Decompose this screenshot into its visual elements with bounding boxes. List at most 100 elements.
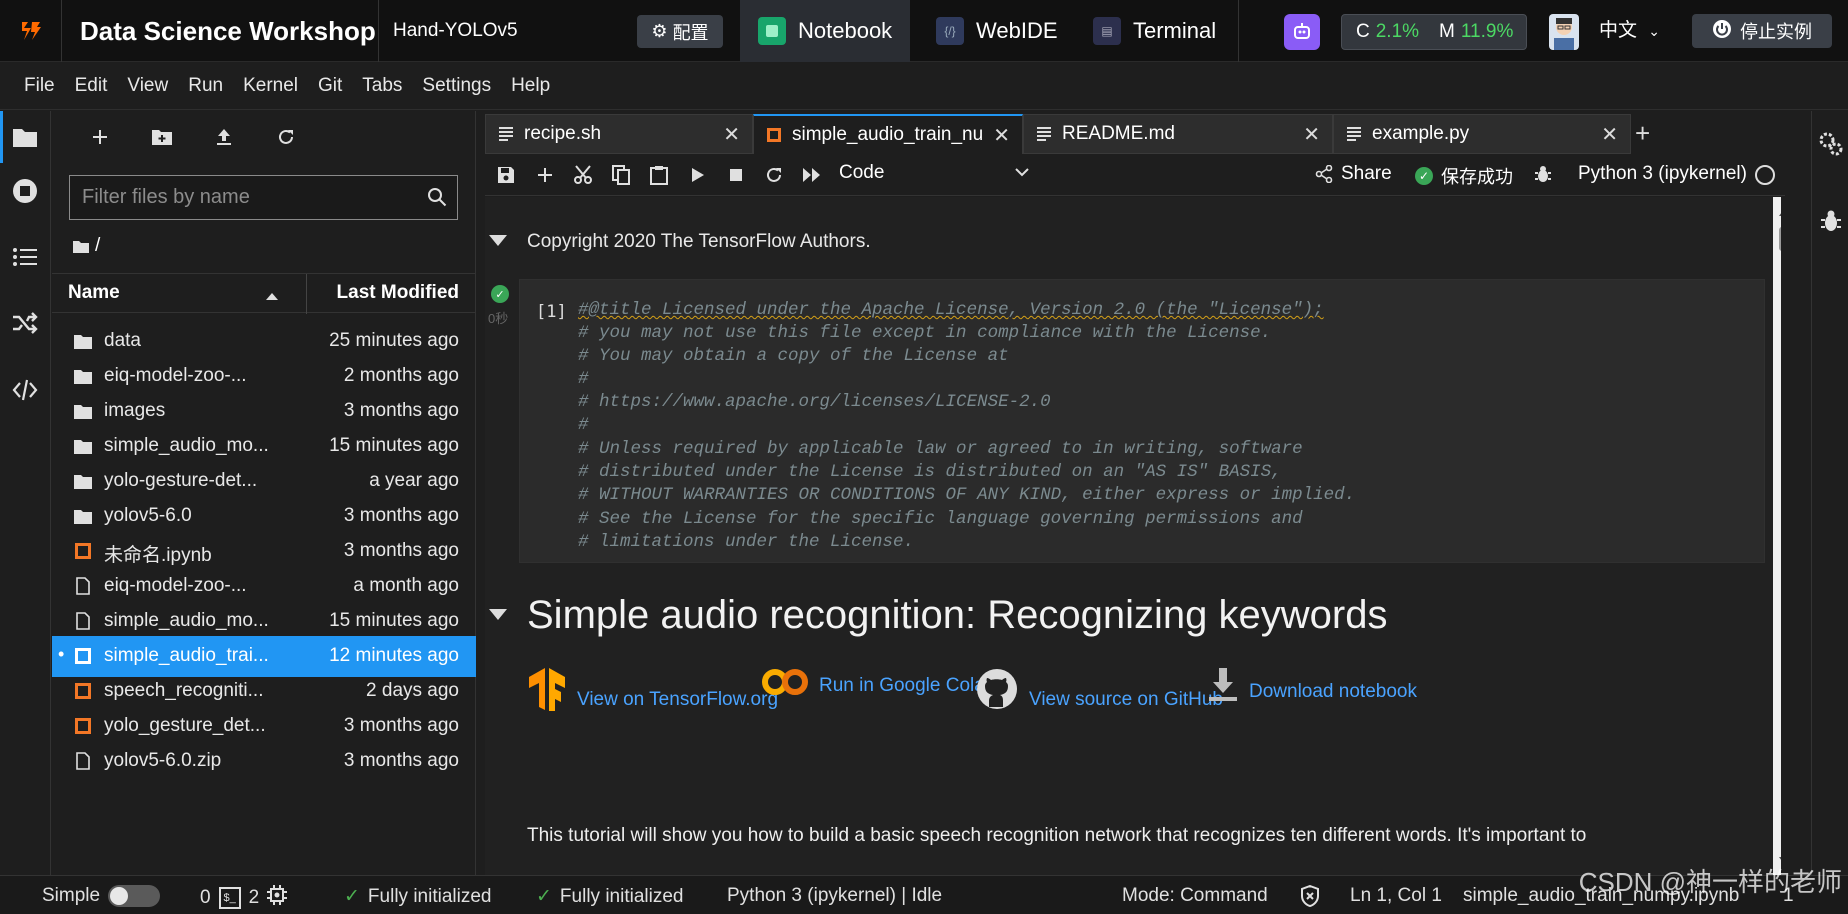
tab-label: example.py bbox=[1372, 123, 1470, 144]
folder-icon bbox=[73, 240, 89, 253]
kernel-state[interactable]: Python 3 (ipykernel) | Idle bbox=[727, 885, 942, 907]
link-colab-label: Run in Google Colab bbox=[819, 675, 996, 696]
menu-settings[interactable]: Settings bbox=[412, 75, 501, 97]
tab-simple-audio-train[interactable]: simple_audio_train_numpy.ipynb ✕ bbox=[753, 114, 1023, 154]
column-name[interactable]: Name bbox=[68, 282, 120, 304]
simple-mode-toggle[interactable]: Simple bbox=[42, 885, 161, 907]
debugger-bug-icon[interactable] bbox=[1533, 164, 1553, 189]
stop-icon[interactable] bbox=[723, 162, 749, 188]
menu-file[interactable]: File bbox=[14, 75, 65, 97]
breadcrumb[interactable]: / bbox=[73, 235, 100, 257]
close-icon[interactable]: ✕ bbox=[723, 122, 740, 147]
collapse-caret-icon[interactable] bbox=[489, 609, 507, 620]
lsp-status-1[interactable]: ✓ Fully initialized bbox=[344, 885, 491, 908]
simple-mode-label: Simple bbox=[42, 885, 101, 906]
code-icon[interactable] bbox=[8, 373, 42, 407]
code-line: # https://www.apache.org/licenses/LICENS… bbox=[578, 392, 1051, 412]
tab-recipe-sh[interactable]: recipe.sh ✕ bbox=[485, 114, 753, 154]
menu-git[interactable]: Git bbox=[308, 75, 352, 97]
toggle-switch[interactable] bbox=[108, 885, 161, 907]
link-download[interactable]: Download notebook bbox=[1207, 667, 1417, 703]
close-icon[interactable]: ✕ bbox=[1303, 122, 1320, 147]
cursor-position[interactable]: Ln 1, Col 1 bbox=[1350, 885, 1442, 907]
text-file-icon bbox=[498, 126, 514, 142]
notebook-icon bbox=[758, 17, 786, 45]
run-icon[interactable] bbox=[685, 162, 711, 188]
status-bar: Simple 0 $_ 2 ✓ Fully initialized ✓ Full… bbox=[0, 875, 1848, 914]
assistant-robot-icon[interactable] bbox=[1284, 14, 1320, 50]
close-icon[interactable]: ✕ bbox=[1601, 122, 1618, 147]
language-select[interactable]: 中文 ⌄ bbox=[1599, 0, 1660, 62]
save-icon[interactable] bbox=[493, 162, 519, 188]
tab-example-py[interactable]: example.py ✕ bbox=[1333, 114, 1631, 154]
init-status-1: Fully initialized bbox=[367, 885, 492, 907]
running-kernels-icon[interactable] bbox=[8, 174, 42, 208]
search-icon[interactable] bbox=[427, 187, 447, 212]
menu-kernel[interactable]: Kernel bbox=[233, 75, 308, 97]
file-name: 未命名.ipynb bbox=[104, 545, 212, 566]
security-shield-icon[interactable] bbox=[1300, 885, 1320, 907]
scrollbar-thumb[interactable] bbox=[1779, 227, 1781, 251]
save-status: ✓ 保存成功 bbox=[1415, 163, 1513, 189]
cell-type-select[interactable]: Code bbox=[839, 162, 969, 188]
tab-webide[interactable]: {/} WebIDE bbox=[918, 0, 1076, 62]
right-sidebar bbox=[1811, 111, 1848, 875]
close-icon[interactable]: ✕ bbox=[993, 123, 1010, 148]
new-folder-icon[interactable] bbox=[148, 123, 176, 151]
new-launcher-icon[interactable] bbox=[86, 123, 114, 151]
mem-label: M bbox=[1439, 21, 1455, 42]
link-github[interactable]: View source on GitHub bbox=[975, 667, 1223, 711]
cut-icon[interactable] bbox=[570, 162, 596, 188]
file-modified: a year ago bbox=[369, 470, 459, 491]
file-list-header: Name Last Modified bbox=[52, 273, 476, 314]
column-last-modified[interactable]: Last Modified bbox=[337, 282, 459, 304]
copy-icon[interactable] bbox=[608, 162, 634, 188]
file-modified: 15 minutes ago bbox=[329, 435, 459, 456]
folder-icon[interactable] bbox=[8, 120, 42, 154]
lsp-status-2[interactable]: ✓ Fully initialized bbox=[536, 885, 683, 908]
filter-input[interactable] bbox=[82, 176, 422, 219]
divider bbox=[378, 0, 379, 62]
add-tab-icon[interactable]: + bbox=[1635, 118, 1650, 149]
tab-terminal[interactable]: ▤ Terminal bbox=[1075, 0, 1234, 62]
scroll-up-icon[interactable] bbox=[1779, 203, 1781, 221]
kernel-name[interactable]: Python 3 (ipykernel) bbox=[1578, 163, 1747, 185]
stop-instance-button[interactable]: 停止实例 bbox=[1692, 14, 1832, 48]
notebook-scrollbar[interactable] bbox=[1773, 197, 1781, 875]
chevron-down-icon[interactable] bbox=[1015, 164, 1029, 182]
git-shuffle-icon[interactable] bbox=[8, 306, 42, 340]
menu-edit[interactable]: Edit bbox=[65, 75, 118, 97]
link-tensorflow[interactable]: View on TensorFlow.org bbox=[527, 667, 778, 711]
filter-field[interactable] bbox=[69, 175, 458, 220]
file-modified: 3 months ago bbox=[343, 505, 459, 526]
menu-run[interactable]: Run bbox=[178, 75, 233, 97]
brand-logo-icon[interactable] bbox=[0, 0, 62, 62]
add-cell-icon[interactable] bbox=[532, 162, 558, 188]
fast-forward-icon[interactable] bbox=[799, 162, 825, 188]
github-logo-icon bbox=[977, 669, 1017, 709]
upload-icon[interactable] bbox=[210, 123, 238, 151]
sort-ascending-icon[interactable] bbox=[266, 284, 278, 306]
terminal-count[interactable]: 0 $_ 2 bbox=[200, 885, 288, 911]
resource-monitor[interactable]: C 2.1% M 11.9% bbox=[1341, 14, 1527, 50]
avatar[interactable] bbox=[1549, 14, 1579, 50]
menu-help[interactable]: Help bbox=[501, 75, 560, 97]
share-button[interactable]: Share bbox=[1315, 163, 1392, 185]
code-cell[interactable]: [1] #@title Licensed under the Apache Li… bbox=[519, 279, 1765, 563]
refresh-icon[interactable] bbox=[272, 123, 300, 151]
column-divider[interactable] bbox=[306, 274, 307, 314]
debugger-bug-icon[interactable] bbox=[1820, 209, 1842, 238]
menu-tabs[interactable]: Tabs bbox=[352, 75, 412, 97]
tab-notebook[interactable]: Notebook bbox=[740, 0, 911, 62]
tab-readme-md[interactable]: README.md ✕ bbox=[1023, 114, 1333, 154]
menu-view[interactable]: View bbox=[117, 75, 178, 97]
tab-label: simple_audio_train_numpy.ipynb bbox=[792, 124, 984, 145]
file-row[interactable]: yolov5-6.0.zip 3 months ago bbox=[52, 741, 476, 782]
config-button[interactable]: ⚙ 配置 bbox=[637, 15, 723, 48]
table-of-contents-icon[interactable] bbox=[8, 240, 42, 274]
property-inspector-gears-icon[interactable] bbox=[1818, 131, 1844, 162]
restart-icon[interactable] bbox=[761, 162, 787, 188]
paste-icon[interactable] bbox=[646, 162, 672, 188]
link-colab[interactable]: Run in Google Colab bbox=[761, 667, 995, 697]
collapse-caret-icon[interactable] bbox=[489, 235, 507, 246]
